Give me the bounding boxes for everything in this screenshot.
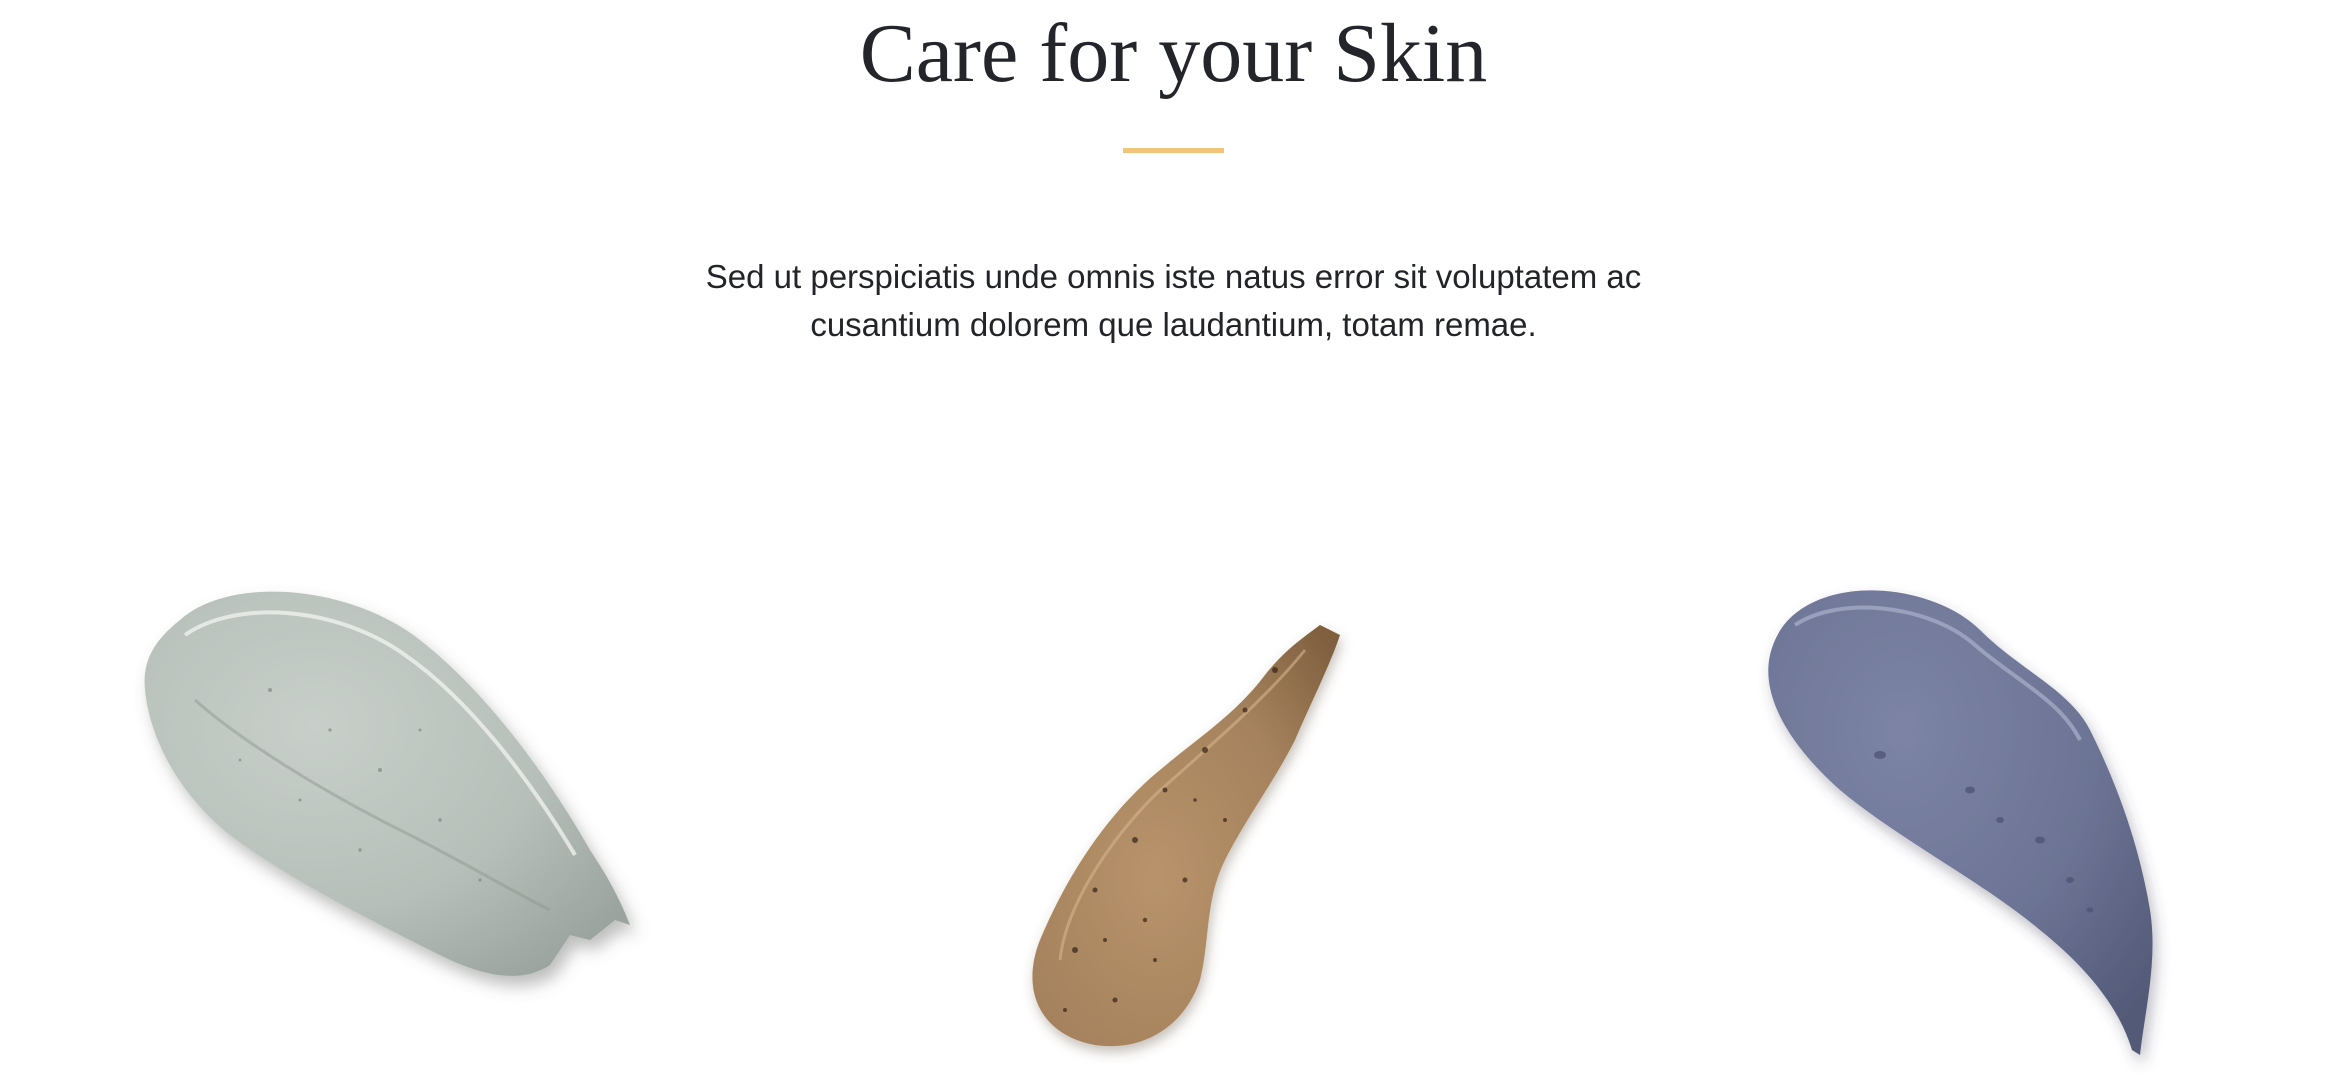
blue-clay-swatch-graphic xyxy=(1768,590,2153,1055)
title-divider xyxy=(1123,148,1224,153)
product-image-green-clay[interactable] xyxy=(120,580,660,1080)
product-image-blue-clay[interactable] xyxy=(1740,580,2220,1080)
product-image-coffee-scrub[interactable] xyxy=(945,580,1425,1080)
section-title: Care for your Skin xyxy=(859,7,1488,100)
coffee-scrub-swatch-graphic xyxy=(1032,625,1340,1047)
green-clay-swatch-graphic xyxy=(144,591,630,976)
section-description: Sed ut perspiciatis unde omnis iste natu… xyxy=(705,258,1642,343)
